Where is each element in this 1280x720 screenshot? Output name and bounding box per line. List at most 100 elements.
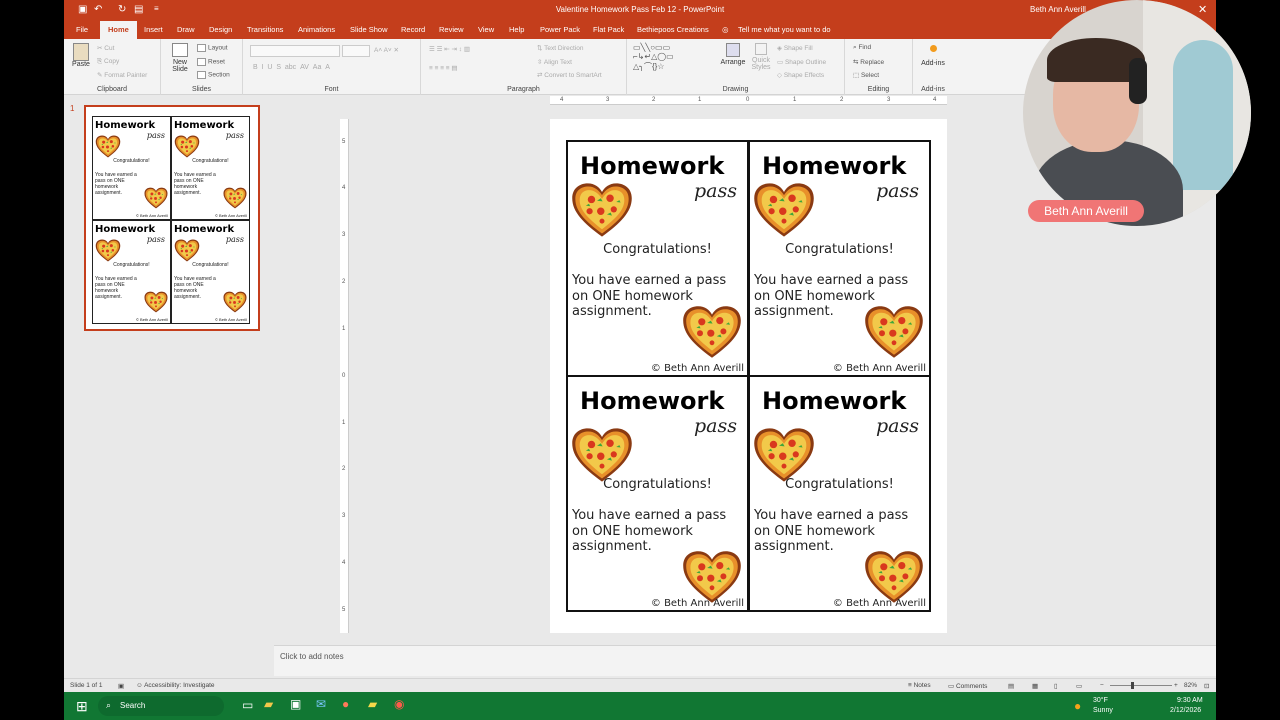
select-button[interactable]: ⬚ Select	[853, 71, 879, 79]
account-name[interactable]: Beth Ann Averill	[1030, 5, 1086, 14]
section-label: Section	[208, 71, 230, 79]
convert-smartart-button[interactable]: ⇄ Convert to SmartArt	[537, 71, 602, 79]
shape-effects-button[interactable]: ◇ Shape Effects	[777, 71, 824, 79]
mail-icon[interactable]: ✉	[316, 697, 326, 711]
homework-pass-card[interactable]: Homework pass Congratulations! You have …	[748, 140, 931, 377]
shape-outline-button[interactable]: ▭ Shape Outline	[777, 58, 826, 66]
align-icons[interactable]: ≡ ≡ ≡ ≡ ▤	[429, 64, 458, 72]
arrange-button[interactable]: Arrange	[719, 43, 747, 66]
tell-me-search[interactable]: Tell me what you want to do	[738, 25, 831, 34]
thumb-card-title: Homework	[174, 120, 235, 131]
font-format-icons[interactable]: B I U S abc AV Aa A	[253, 64, 330, 71]
notes-toggle-button[interactable]: ≡ Notes	[908, 682, 931, 689]
zoom-slider[interactable]	[1110, 685, 1172, 686]
editing-group-label: Editing	[867, 86, 890, 93]
layout-button[interactable]: Layout	[197, 44, 228, 52]
tab-file[interactable]: File	[76, 25, 88, 34]
slide-canvas[interactable]: Homework pass Congratulations! You have …	[550, 119, 947, 633]
ruler-tick: 4	[933, 97, 937, 103]
copy-button[interactable]: ⎘ Copy	[97, 58, 119, 66]
notes-app-icon[interactable]: ▰	[368, 697, 377, 711]
font-grow-icon[interactable]: A˄ A˅ ✕	[374, 46, 399, 54]
text-direction-button[interactable]: ⇅ Text Direction	[537, 44, 584, 52]
paste-button[interactable]: Paste	[70, 43, 92, 68]
view-slideshow-icon[interactable]: ▭	[1076, 682, 1082, 690]
new-slide-button[interactable]: New Slide	[165, 43, 195, 73]
shape-effects-label: Shape Effects	[783, 72, 825, 79]
tab-home[interactable]: Home	[100, 21, 137, 39]
zoom-out-icon[interactable]: −	[1100, 682, 1104, 689]
font-name-box[interactable]	[250, 45, 340, 57]
quick-styles-button[interactable]: Quick Styles	[749, 43, 773, 71]
powerpoint-taskbar-icon[interactable]: ●	[342, 697, 349, 711]
select-label: Select	[860, 72, 880, 79]
find-button[interactable]: ⌕ Find	[853, 44, 871, 52]
homework-pass-card[interactable]: Homework pass Congratulations! You have …	[748, 375, 931, 612]
list-icons[interactable]: ☰ ☰ ⇤ ⇥ ↕ ▥	[429, 45, 470, 53]
webcam-overlay	[1023, 0, 1251, 226]
zoom-thumb[interactable]	[1131, 682, 1134, 689]
format-painter-button[interactable]: ✎ Format Painter	[97, 71, 147, 79]
clock-date[interactable]: 2/12/2026	[1170, 707, 1201, 714]
tab-bethiepoos-creations[interactable]: Bethiepoos Creations	[637, 25, 709, 34]
tab-slide-show[interactable]: Slide Show	[350, 25, 388, 34]
replace-button[interactable]: ⇆ Replace	[853, 58, 884, 66]
tab-design[interactable]: Design	[209, 25, 232, 34]
shapes-gallery-icon[interactable]: ▭╲╲○▭▭ ⌐↳↵△◯▭ △╮⌒{}☆	[633, 43, 674, 72]
fit-slide-icon[interactable]: ⊡	[1204, 682, 1209, 690]
card-subtitle: pass	[694, 180, 737, 202]
view-sorter-icon[interactable]: ▦	[1032, 682, 1038, 690]
headset-image	[1129, 58, 1147, 104]
tab-review[interactable]: Review	[439, 25, 464, 34]
comments-button[interactable]: ▭ Comments	[948, 682, 987, 690]
slide-thumbnail[interactable]: Homework pass Congratulations! You have …	[84, 105, 260, 331]
pizza-heart-icon	[144, 187, 168, 209]
homework-pass-card[interactable]: Homework pass Congratulations! You have …	[566, 375, 749, 612]
section-button[interactable]: Section	[197, 71, 230, 79]
addins-button[interactable]: Add-ins	[917, 43, 949, 67]
search-label: Search	[120, 701, 146, 710]
zoom-in-icon[interactable]: +	[1174, 682, 1178, 689]
reset-button[interactable]: Reset	[197, 58, 225, 66]
slide-counter: Slide 1 of 1	[70, 682, 103, 689]
taskbar-search-box[interactable]: ⌕ Search	[98, 696, 224, 716]
cut-button[interactable]: ✂ Cut	[97, 44, 114, 52]
font-size-box[interactable]	[342, 45, 370, 57]
slides-group: New Slide Layout Reset Section Slides	[161, 39, 243, 95]
shape-outline-label: Shape Outline	[784, 59, 827, 66]
chrome-icon[interactable]: ◉	[394, 697, 404, 711]
addins-label: Add-ins	[921, 60, 945, 67]
zoom-level[interactable]: 82%	[1184, 682, 1197, 689]
task-view-icon[interactable]: ▭	[242, 698, 253, 712]
drawing-group-label: Drawing	[722, 86, 749, 93]
tab-draw[interactable]: Draw	[177, 25, 195, 34]
tab-insert[interactable]: Insert	[144, 25, 163, 34]
tab-transitions[interactable]: Transitions	[247, 25, 283, 34]
tab-power-pack[interactable]: Power Pack	[540, 25, 580, 34]
pizza-heart-icon	[753, 427, 815, 483]
file-explorer-icon[interactable]: ▰	[264, 697, 273, 711]
tab-animations[interactable]: Animations	[298, 25, 335, 34]
notes-pane[interactable]: Click to add notes	[274, 645, 1216, 676]
clock-time[interactable]: 9:30 AM	[1177, 697, 1203, 704]
tab-view[interactable]: View	[478, 25, 494, 34]
align-text-label: Align Text	[543, 59, 572, 66]
tab-record[interactable]: Record	[401, 25, 425, 34]
tab-flat-pack[interactable]: Flat Pack	[593, 25, 624, 34]
homework-pass-card[interactable]: Homework pass Congratulations! You have …	[566, 140, 749, 377]
spellcheck-icon[interactable]: ▣	[118, 682, 124, 690]
windows-start-icon[interactable]: ⊞	[76, 698, 88, 715]
app-icon[interactable]: ▣	[290, 697, 301, 711]
card-congrats: Congratulations!	[603, 242, 712, 257]
thumb-card-subtitle: pass	[225, 131, 244, 140]
ruler-tick: 2	[840, 97, 844, 103]
tab-help[interactable]: Help	[509, 25, 524, 34]
align-text-button[interactable]: ⇳ Align Text	[537, 58, 572, 66]
reset-label: Reset	[208, 58, 225, 66]
copy-label: Copy	[104, 58, 120, 65]
shape-fill-button[interactable]: ◈ Shape Fill	[777, 44, 813, 52]
pizza-heart-icon	[571, 182, 633, 238]
view-reading-icon[interactable]: ▯	[1054, 682, 1058, 690]
view-normal-icon[interactable]: ▤	[1008, 682, 1014, 690]
accessibility-button[interactable]: ☺ Accessibility: Investigate	[136, 682, 215, 689]
